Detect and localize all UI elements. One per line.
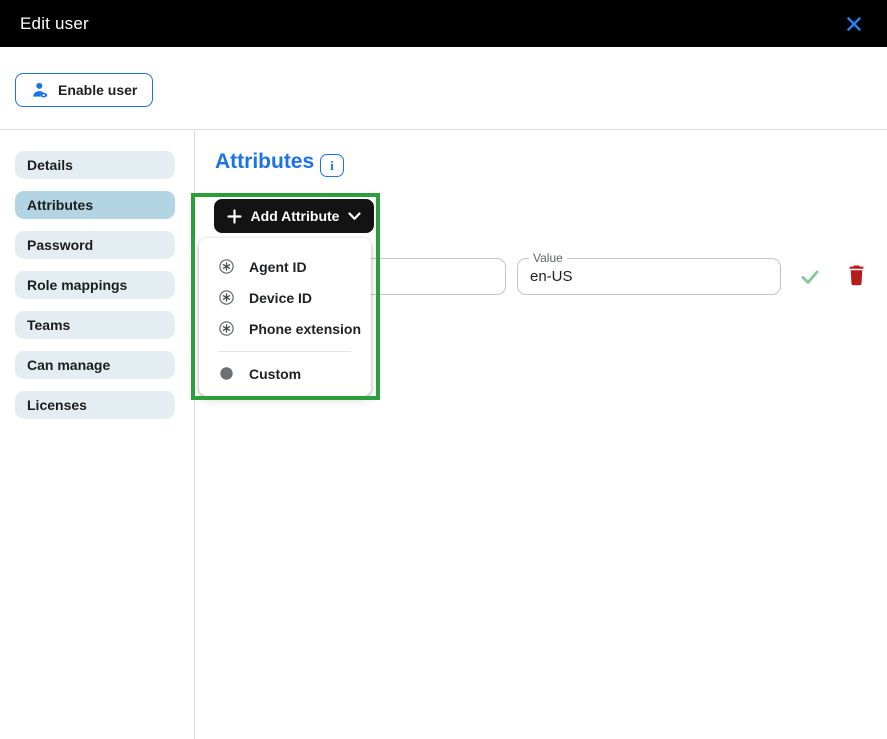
menu-item-device-id[interactable]: Device ID [199,282,371,313]
menu-item-custom[interactable]: Custom [199,358,371,389]
info-icon[interactable]: i [320,154,344,177]
menu-item-phone-extension[interactable]: Phone extension [199,313,371,344]
sidebar-item-label: Attributes [27,197,94,213]
chevron-down-icon [348,211,362,221]
sidebar-item-label: Password [27,237,94,253]
menu-item-label: Device ID [249,289,313,306]
enable-user-button[interactable]: Enable user [15,73,154,107]
menu-item-label: Phone extension [249,320,362,337]
menu-item-label: Custom [249,365,302,382]
sidebar-item-password[interactable]: Password [15,231,175,259]
settings-sidebar: Details Attributes Password Role mapping… [15,151,175,431]
menu-item-label: Agent ID [249,258,307,275]
add-attribute-menu: Agent ID Device ID Phone extension Custo… [199,238,371,396]
header-divider [0,129,887,130]
sidebar-item-label: Teams [27,317,71,333]
plus-icon [226,208,242,224]
sidebar-item-role-mappings[interactable]: Role mappings [15,271,175,299]
value-field-label: Value [529,251,567,265]
sidebar-item-label: Licenses [27,397,87,413]
add-attribute-button[interactable]: Add Attribute [214,199,374,233]
dialog-title: Edit user [20,13,89,33]
close-icon[interactable] [841,11,867,37]
sidebar-divider [194,130,195,739]
trash-icon[interactable] [846,264,866,289]
sidebar-item-teams[interactable]: Teams [15,311,175,339]
asterisk-circle-icon [219,259,234,274]
page-title: Attributes [215,150,315,173]
menu-divider [219,351,351,352]
attribute-value-field[interactable]: Value [517,251,781,295]
edit-user-dialog: Edit user Enable user Details Attributes… [0,0,887,739]
menu-item-agent-id[interactable]: Agent ID [199,251,371,282]
info-icon-glyph: i [330,157,334,173]
sidebar-item-licenses[interactable]: Licenses [15,391,175,419]
asterisk-circle-icon [219,290,234,305]
asterisk-circle-icon [219,321,234,336]
person-eye-icon [31,81,49,99]
enable-user-label: Enable user [58,82,138,98]
check-icon[interactable] [799,266,821,288]
add-attribute-label: Add Attribute [250,208,340,224]
sidebar-item-label: Role mappings [27,277,128,293]
sidebar-item-label: Can manage [27,357,111,373]
filled-circle-icon [219,366,234,381]
sidebar-item-details[interactable]: Details [15,151,175,179]
sidebar-item-attributes[interactable]: Attributes [15,191,175,219]
sidebar-item-can-manage[interactable]: Can manage [15,351,175,379]
dialog-titlebar: Edit user [0,0,887,47]
sidebar-item-label: Details [27,157,73,173]
